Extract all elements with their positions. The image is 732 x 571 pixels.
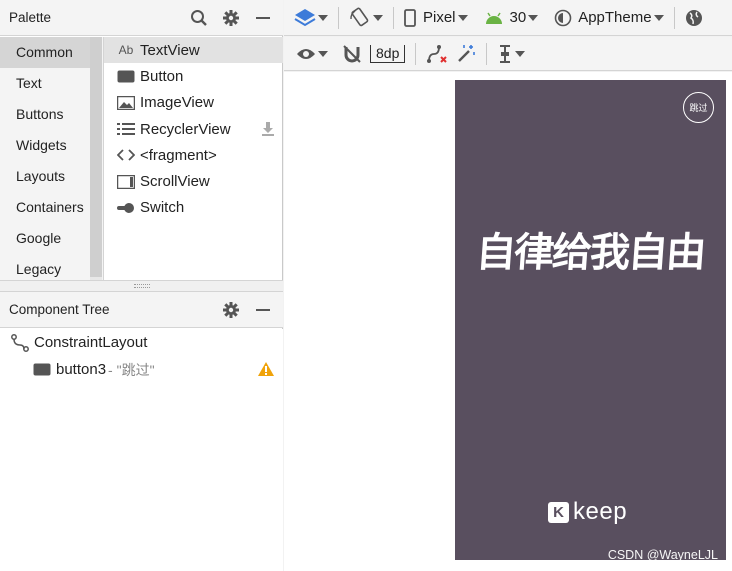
palette-item-imageview[interactable]: ImageView <box>104 90 283 116</box>
device-label: Pixel <box>423 9 456 26</box>
view-options-dropdown[interactable] <box>292 41 332 67</box>
code-icon <box>116 147 136 163</box>
palette-item-button[interactable]: Button <box>104 63 283 89</box>
layers-dropdown[interactable] <box>290 5 332 31</box>
constraint-toolbar: 8dp <box>284 37 732 71</box>
tree-node-root[interactable]: ConstraintLayout <box>0 329 283 356</box>
left-panel: Palette Common Text Buttons Widgets Layo… <box>0 0 283 571</box>
textview-icon: Ab <box>118 43 134 58</box>
layers-icon <box>294 8 316 26</box>
palette-categories: Common Text Buttons Widgets Layouts Cont… <box>0 37 103 280</box>
api-dropdown[interactable]: 30 <box>480 5 543 31</box>
download-icon[interactable] <box>261 121 275 141</box>
theme-label: AppTheme <box>578 9 652 26</box>
autoconnect-toggle[interactable] <box>338 41 366 67</box>
magnet-off-icon <box>343 44 361 63</box>
watermark: CSDN @WayneLJL <box>607 548 718 562</box>
panel-splitter[interactable] <box>0 280 283 292</box>
category-google[interactable]: Google <box>0 223 90 254</box>
gear-icon[interactable] <box>219 298 243 322</box>
category-widgets[interactable]: Widgets <box>0 130 90 161</box>
globe-icon <box>685 9 702 26</box>
clear-constraints-icon <box>427 44 448 63</box>
palette-item-label: TextView <box>140 41 200 59</box>
keep-logo-icon: K <box>548 501 569 523</box>
search-icon[interactable] <box>187 6 211 30</box>
switch-icon <box>116 200 136 216</box>
list-icon <box>116 121 136 137</box>
palette-item-scrollview[interactable]: ScrollView <box>104 168 283 194</box>
button-icon <box>116 68 136 84</box>
image-icon <box>116 95 136 111</box>
locale-button[interactable] <box>681 5 707 31</box>
palette-item-textview[interactable]: Ab TextView <box>104 37 283 64</box>
palette-title: Palette <box>9 10 52 25</box>
palette-item-recyclerview[interactable]: RecyclerView <box>104 116 283 142</box>
palette-items: Ab TextView Button ImageView RecyclerVie… <box>103 37 283 280</box>
splitter-grip[interactable] <box>134 284 150 288</box>
palette-item-switch[interactable]: Switch <box>104 195 283 221</box>
tree-node-text: - "跳过" <box>108 361 155 378</box>
infer-constraints-button[interactable] <box>452 41 480 67</box>
button-icon <box>32 361 52 379</box>
palette-header: Palette <box>0 0 283 36</box>
device-dropdown[interactable]: Pixel <box>400 5 472 31</box>
palette-item-label: Button <box>140 67 184 85</box>
category-common[interactable]: Common <box>0 37 90 68</box>
android-icon <box>485 12 502 24</box>
palette-item-label: ImageView <box>140 94 214 112</box>
tree-node-label: ConstraintLayout <box>34 334 148 351</box>
tree-node-label: button3 <box>56 361 107 378</box>
category-buttons[interactable]: Buttons <box>0 99 90 130</box>
magic-wand-icon <box>458 44 476 62</box>
constraint-layout-icon <box>10 333 30 352</box>
component-tree-header: Component Tree <box>0 292 283 328</box>
design-toolbar: Pixel 30 AppTheme <box>284 0 732 36</box>
eye-icon <box>297 48 315 59</box>
default-margin-input[interactable]: 8dp <box>370 44 406 63</box>
component-tree-title: Component Tree <box>9 302 110 317</box>
brand-logo: K keep <box>548 498 627 526</box>
guidelines-dropdown[interactable] <box>493 41 529 67</box>
gear-icon[interactable] <box>219 6 243 30</box>
minimize-icon[interactable] <box>251 298 275 322</box>
category-layouts[interactable]: Layouts <box>0 161 90 192</box>
minimize-icon[interactable] <box>251 6 275 30</box>
phone-icon <box>404 8 416 27</box>
scrollview-icon <box>116 174 136 190</box>
palette-item-fragment[interactable]: <fragment> <box>104 142 283 168</box>
skip-button[interactable]: 跳过 <box>683 92 714 123</box>
category-scrollbar[interactable] <box>90 37 102 280</box>
design-canvas[interactable]: 跳过 自律给我自由 K keep CSDN @WayneLJL <box>284 72 732 571</box>
category-containers[interactable]: Containers <box>0 192 90 223</box>
rotate-icon <box>350 7 369 26</box>
align-icon <box>500 44 511 63</box>
theme-icon <box>554 9 572 26</box>
clear-constraints-button[interactable] <box>422 41 452 67</box>
palette-item-label: RecyclerView <box>140 120 231 138</box>
tree-node-button3[interactable]: button3 - "跳过" <box>0 356 283 383</box>
palette-item-label: ScrollView <box>140 173 210 191</box>
component-tree: ConstraintLayout button3 - "跳过" <box>0 329 283 571</box>
brand-name: keep <box>573 498 628 525</box>
slogan-image: 自律给我自由 <box>474 230 706 276</box>
scrollbar-thumb[interactable] <box>90 37 102 277</box>
palette-item-label: <fragment> <box>140 146 217 164</box>
api-label: 30 <box>509 9 527 26</box>
category-text[interactable]: Text <box>0 68 90 99</box>
theme-dropdown[interactable]: AppTheme <box>550 5 667 31</box>
orientation-dropdown[interactable] <box>345 5 387 31</box>
phone-preview[interactable]: 跳过 自律给我自由 K keep <box>455 80 726 560</box>
warning-icon[interactable] <box>257 361 275 381</box>
palette-item-label: Switch <box>140 199 185 217</box>
